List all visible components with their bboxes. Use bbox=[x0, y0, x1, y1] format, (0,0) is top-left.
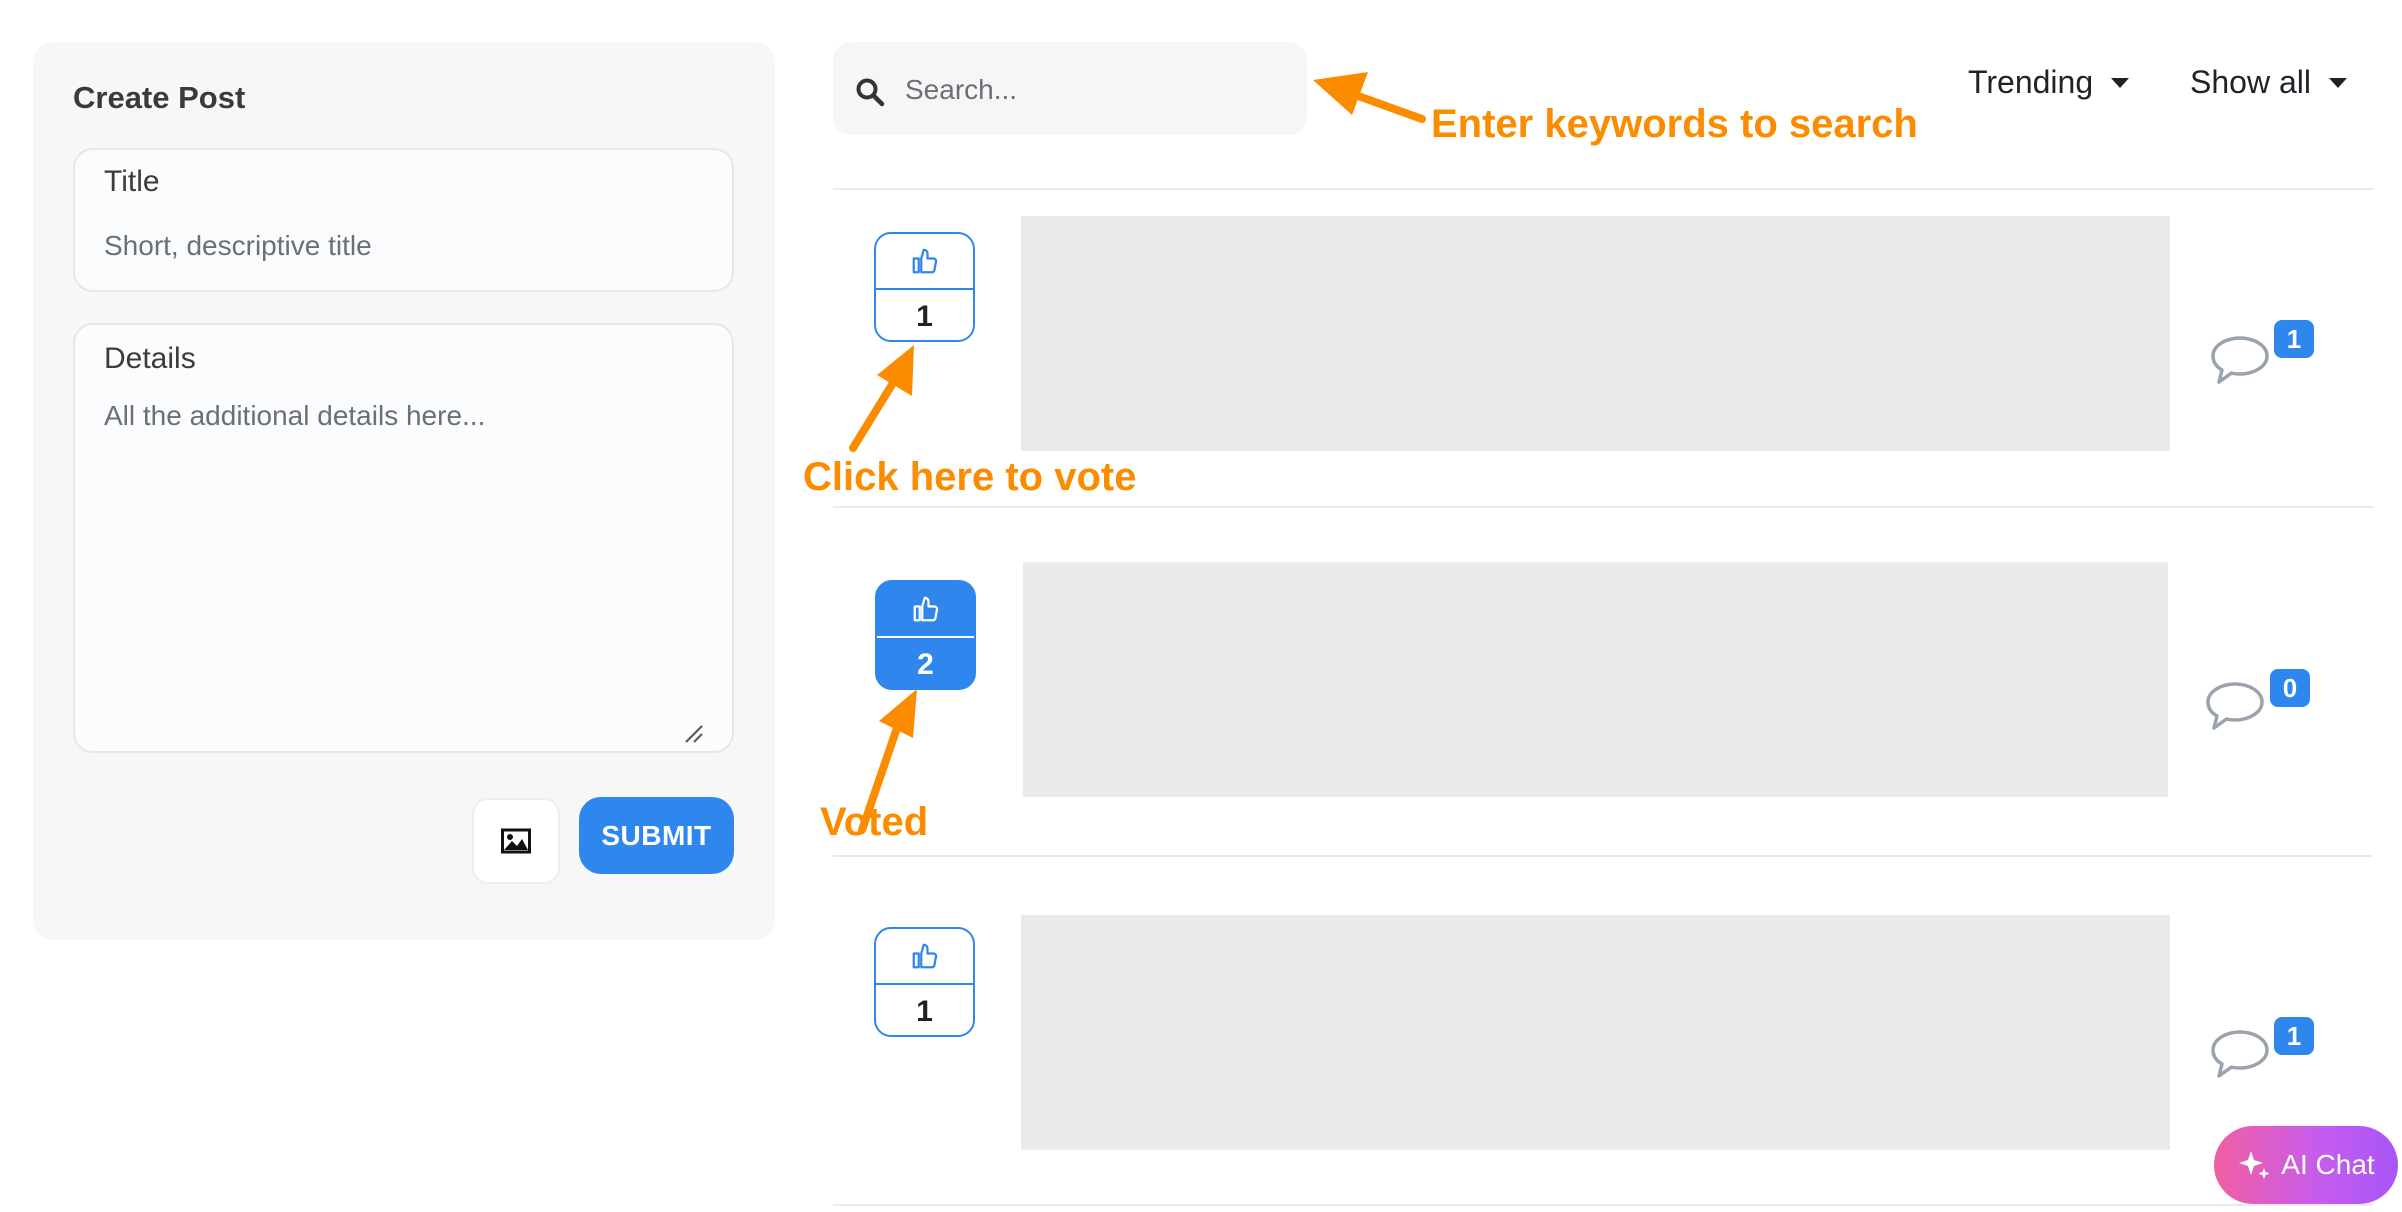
vote-hint-annotation: Click here to vote bbox=[803, 455, 1137, 499]
divider bbox=[833, 855, 2373, 857]
post-content-block[interactable] bbox=[1023, 562, 2168, 797]
filter-dropdown-label: Show all bbox=[2190, 64, 2311, 100]
divider bbox=[833, 506, 2373, 508]
post-content-block[interactable] bbox=[1021, 915, 2170, 1150]
submit-button[interactable]: SUBMIT bbox=[579, 797, 734, 874]
details-textarea[interactable] bbox=[104, 398, 704, 718]
title-label: Title bbox=[104, 165, 160, 198]
ai-chat-label: AI Chat bbox=[2281, 1149, 2375, 1180]
title-input[interactable] bbox=[104, 226, 704, 266]
vote-button[interactable]: 1 bbox=[874, 232, 975, 342]
resize-handle-icon[interactable] bbox=[682, 722, 704, 744]
thumbs-up-icon bbox=[912, 248, 937, 274]
chevron-down-icon bbox=[2328, 77, 2347, 88]
filter-dropdown[interactable]: Show all bbox=[2190, 64, 2347, 101]
search-hint-annotation: Enter keywords to search bbox=[1431, 102, 1918, 146]
comment-icon[interactable] bbox=[2204, 679, 2266, 733]
sort-dropdown[interactable]: Trending bbox=[1968, 64, 2130, 101]
divider bbox=[833, 1204, 2373, 1206]
post-content-block[interactable] bbox=[1021, 216, 2170, 451]
search-icon bbox=[856, 78, 885, 107]
vote-hint-arrow bbox=[849, 345, 914, 452]
comment-icon[interactable] bbox=[2209, 333, 2271, 387]
comment-count-badge: 1 bbox=[2274, 320, 2314, 358]
thumbs-up-icon bbox=[912, 943, 937, 969]
vote-count: 2 bbox=[917, 648, 934, 681]
attach-image-button[interactable] bbox=[472, 798, 560, 884]
voted-hint-annotation: Voted bbox=[820, 800, 929, 844]
divider bbox=[833, 188, 2373, 190]
search-input[interactable] bbox=[905, 70, 1285, 110]
chevron-down-icon bbox=[2111, 77, 2130, 88]
details-label: Details bbox=[104, 342, 196, 375]
comment-count-badge: 1 bbox=[2274, 1017, 2314, 1055]
create-post-heading: Create Post bbox=[73, 80, 246, 115]
ai-chat-button[interactable]: AI Chat bbox=[2214, 1126, 2398, 1204]
vote-button[interactable]: 1 bbox=[874, 927, 975, 1037]
vote-button-voted[interactable]: 2 bbox=[875, 580, 976, 690]
comment-count-badge: 0 bbox=[2270, 669, 2310, 707]
image-icon bbox=[501, 828, 531, 854]
vote-count: 1 bbox=[916, 995, 933, 1028]
sort-dropdown-label: Trending bbox=[1968, 64, 2094, 100]
thumbs-up-icon bbox=[913, 596, 938, 622]
title-field[interactable] bbox=[73, 148, 734, 292]
vote-count: 1 bbox=[916, 300, 933, 333]
sparkle-icon bbox=[2239, 1151, 2270, 1179]
comment-icon[interactable] bbox=[2209, 1027, 2271, 1081]
search-hint-arrow bbox=[1313, 72, 1426, 123]
